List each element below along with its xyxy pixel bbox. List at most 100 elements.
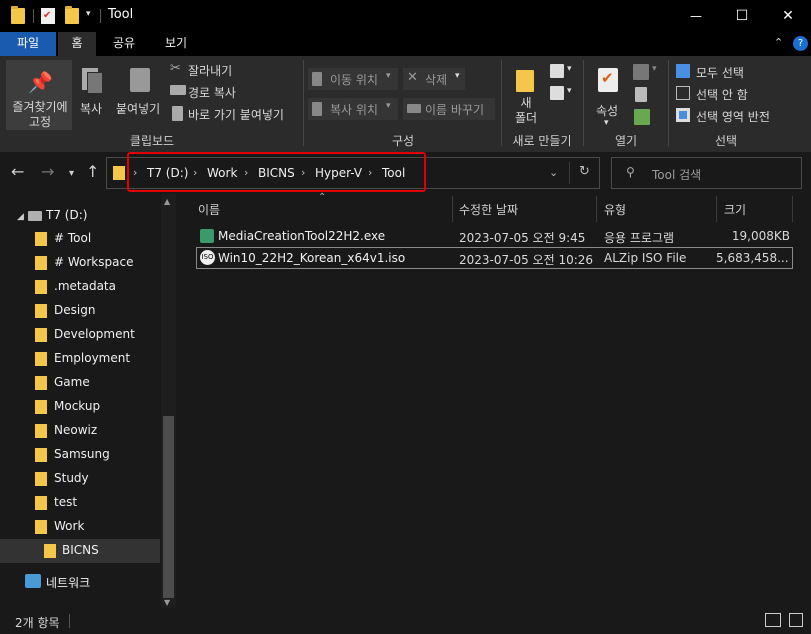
nav-item[interactable]: Employment xyxy=(0,347,160,371)
clipboard-group-label: 클립보드 xyxy=(129,134,175,148)
delete-label: 삭제 xyxy=(425,73,448,87)
move-to-button[interactable]: 이동 위치 ▾ xyxy=(308,68,398,90)
column-header-name[interactable]: 이름 xyxy=(198,201,220,218)
large-icons-view-icon[interactable] xyxy=(789,613,803,627)
nav-item-selected[interactable]: BICNS xyxy=(0,539,160,563)
copy-icon-back xyxy=(87,72,103,94)
rename-button[interactable]: 이름 바꾸기 xyxy=(403,98,495,120)
nav-item[interactable]: .metadata xyxy=(0,275,160,299)
tab-file[interactable]: 파일 xyxy=(0,32,56,56)
scissors-icon: ✂ xyxy=(170,61,181,76)
address-history-dropdown-icon[interactable]: ⌄ xyxy=(549,166,558,179)
column-header-size[interactable]: 크기 xyxy=(724,201,746,218)
copy-path-button[interactable]: 경로 복사 xyxy=(168,82,298,102)
divider xyxy=(668,60,669,146)
details-view-icon[interactable] xyxy=(765,613,781,627)
tab-home[interactable]: 홈 xyxy=(58,32,96,56)
pin-to-quick-access-button[interactable]: 📌 즐겨찾기에 고정 xyxy=(6,60,72,130)
up-button[interactable]: ↑ xyxy=(86,162,99,182)
divider xyxy=(452,196,453,222)
new-folder-icon[interactable] xyxy=(65,6,79,24)
folder-icon xyxy=(35,280,47,294)
collapse-ribbon-icon[interactable]: ⌃ xyxy=(774,36,783,49)
tab-view[interactable]: 보기 xyxy=(156,32,196,56)
nav-label: Work xyxy=(54,519,85,533)
nav-item[interactable]: Samsung xyxy=(0,443,160,467)
file-date: 2023-07-05 오전 10:26 xyxy=(459,253,594,267)
nav-item[interactable]: Game xyxy=(0,371,160,395)
title-bar: ✔ ▾ Tool — ☐ ✕ xyxy=(0,0,811,32)
close-button[interactable]: ✕ xyxy=(765,0,811,32)
maximize-button[interactable]: ☐ xyxy=(719,0,765,32)
properties-label: 속성 xyxy=(596,104,619,118)
invert-selection-button[interactable]: 선택 영역 반전 xyxy=(674,106,804,126)
tab-share[interactable]: 공유 xyxy=(104,32,144,56)
paste-button[interactable]: 붙여넣기 xyxy=(114,60,166,130)
organize-group-label: 구성 xyxy=(391,134,415,148)
nav-scrollbar-thumb[interactable] xyxy=(163,416,174,598)
nav-network[interactable]: 네트워크 xyxy=(0,570,160,594)
select-group-label: 선택 xyxy=(714,134,738,148)
installer-icon xyxy=(200,229,214,243)
divider xyxy=(596,196,597,222)
delete-button[interactable]: ✕ 삭제 ▾ xyxy=(403,68,465,90)
rename-label: 이름 바꾸기 xyxy=(425,103,485,117)
cut-button[interactable]: ✂ 잘라내기 xyxy=(168,60,298,80)
divider xyxy=(583,60,584,146)
select-all-label: 모두 선택 xyxy=(696,66,744,80)
refresh-icon[interactable]: ↻ xyxy=(579,164,590,179)
history-icon[interactable] xyxy=(634,109,650,125)
nav-item[interactable]: Development xyxy=(0,323,160,347)
new-folder-button[interactable]: 새 폴더 xyxy=(506,60,546,130)
nav-item[interactable]: Neowiz xyxy=(0,419,160,443)
nav-item[interactable]: Design xyxy=(0,299,160,323)
new-group-label: 새로 만들기 xyxy=(512,134,572,148)
file-row[interactable]: MediaCreationTool22H2.exe 2023-07-05 오전 … xyxy=(196,226,793,248)
scroll-up-icon[interactable]: ▲ xyxy=(164,197,170,206)
forward-button[interactable]: → xyxy=(41,162,54,182)
folder-icon xyxy=(516,70,534,92)
copy-button[interactable]: 복사 xyxy=(76,60,110,130)
nav-item[interactable]: Work xyxy=(0,515,160,539)
copy-to-button[interactable]: 복사 위치 ▾ xyxy=(308,98,398,120)
nav-drive-t7[interactable]: ◢ T7 (D:) xyxy=(0,204,160,228)
new-item-icon[interactable] xyxy=(550,64,564,78)
properties-button[interactable]: ✔ 속성 ▾ xyxy=(588,60,628,130)
select-all-icon xyxy=(676,64,690,78)
scroll-down-icon[interactable]: ▼ xyxy=(164,598,170,607)
select-none-button[interactable]: 선택 안 함 xyxy=(674,84,804,104)
nav-item[interactable]: # Tool xyxy=(0,227,160,251)
paste-shortcut-button[interactable]: 바로 가기 붙여넣기 xyxy=(168,104,298,124)
nav-item[interactable]: test xyxy=(0,491,160,515)
chevron-down-icon: ▾ xyxy=(455,71,460,81)
quick-access-dropdown-icon[interactable]: ▾ xyxy=(86,9,91,19)
edit-icon[interactable] xyxy=(635,87,647,102)
divider xyxy=(501,60,502,146)
easy-access-icon[interactable] xyxy=(550,86,564,100)
pin-label: 즐겨찾기에 고정 xyxy=(12,100,68,129)
chevron-down-icon: ▾ xyxy=(604,118,609,128)
open-icon[interactable] xyxy=(633,64,649,80)
file-row[interactable]: ISO Win10_22H2_Korean_x64v1.iso 2023-07-… xyxy=(196,247,793,269)
drive-icon xyxy=(28,211,42,221)
chevron-down-icon[interactable]: ▾ xyxy=(652,64,657,74)
column-header-type[interactable]: 유형 xyxy=(604,201,626,218)
column-header-date[interactable]: 수정한 날짜 xyxy=(459,201,518,218)
minimize-button[interactable]: — xyxy=(673,0,719,32)
new-folder-label: 새 폴더 xyxy=(514,96,538,125)
recent-locations-icon[interactable]: ▾ xyxy=(69,164,74,184)
properties-icon[interactable]: ✔ xyxy=(41,8,55,24)
chevron-down-icon[interactable]: ▾ xyxy=(567,64,572,74)
nav-label: test xyxy=(54,495,78,509)
nav-item[interactable]: Mockup xyxy=(0,395,160,419)
nav-item[interactable]: # Workspace xyxy=(0,251,160,275)
chevron-down-icon[interactable]: ▾ xyxy=(567,86,572,96)
search-box[interactable]: ⚲ Tool 검색 xyxy=(611,157,802,189)
nav-label: BICNS xyxy=(62,543,99,557)
nav-item[interactable]: Study xyxy=(0,467,160,491)
help-icon[interactable]: ? xyxy=(793,36,808,51)
select-all-button[interactable]: 모두 선택 xyxy=(674,62,804,82)
nav-label: Game xyxy=(54,375,90,389)
chevron-down-icon[interactable]: ◢ xyxy=(17,212,24,222)
back-button[interactable]: ← xyxy=(11,162,24,182)
